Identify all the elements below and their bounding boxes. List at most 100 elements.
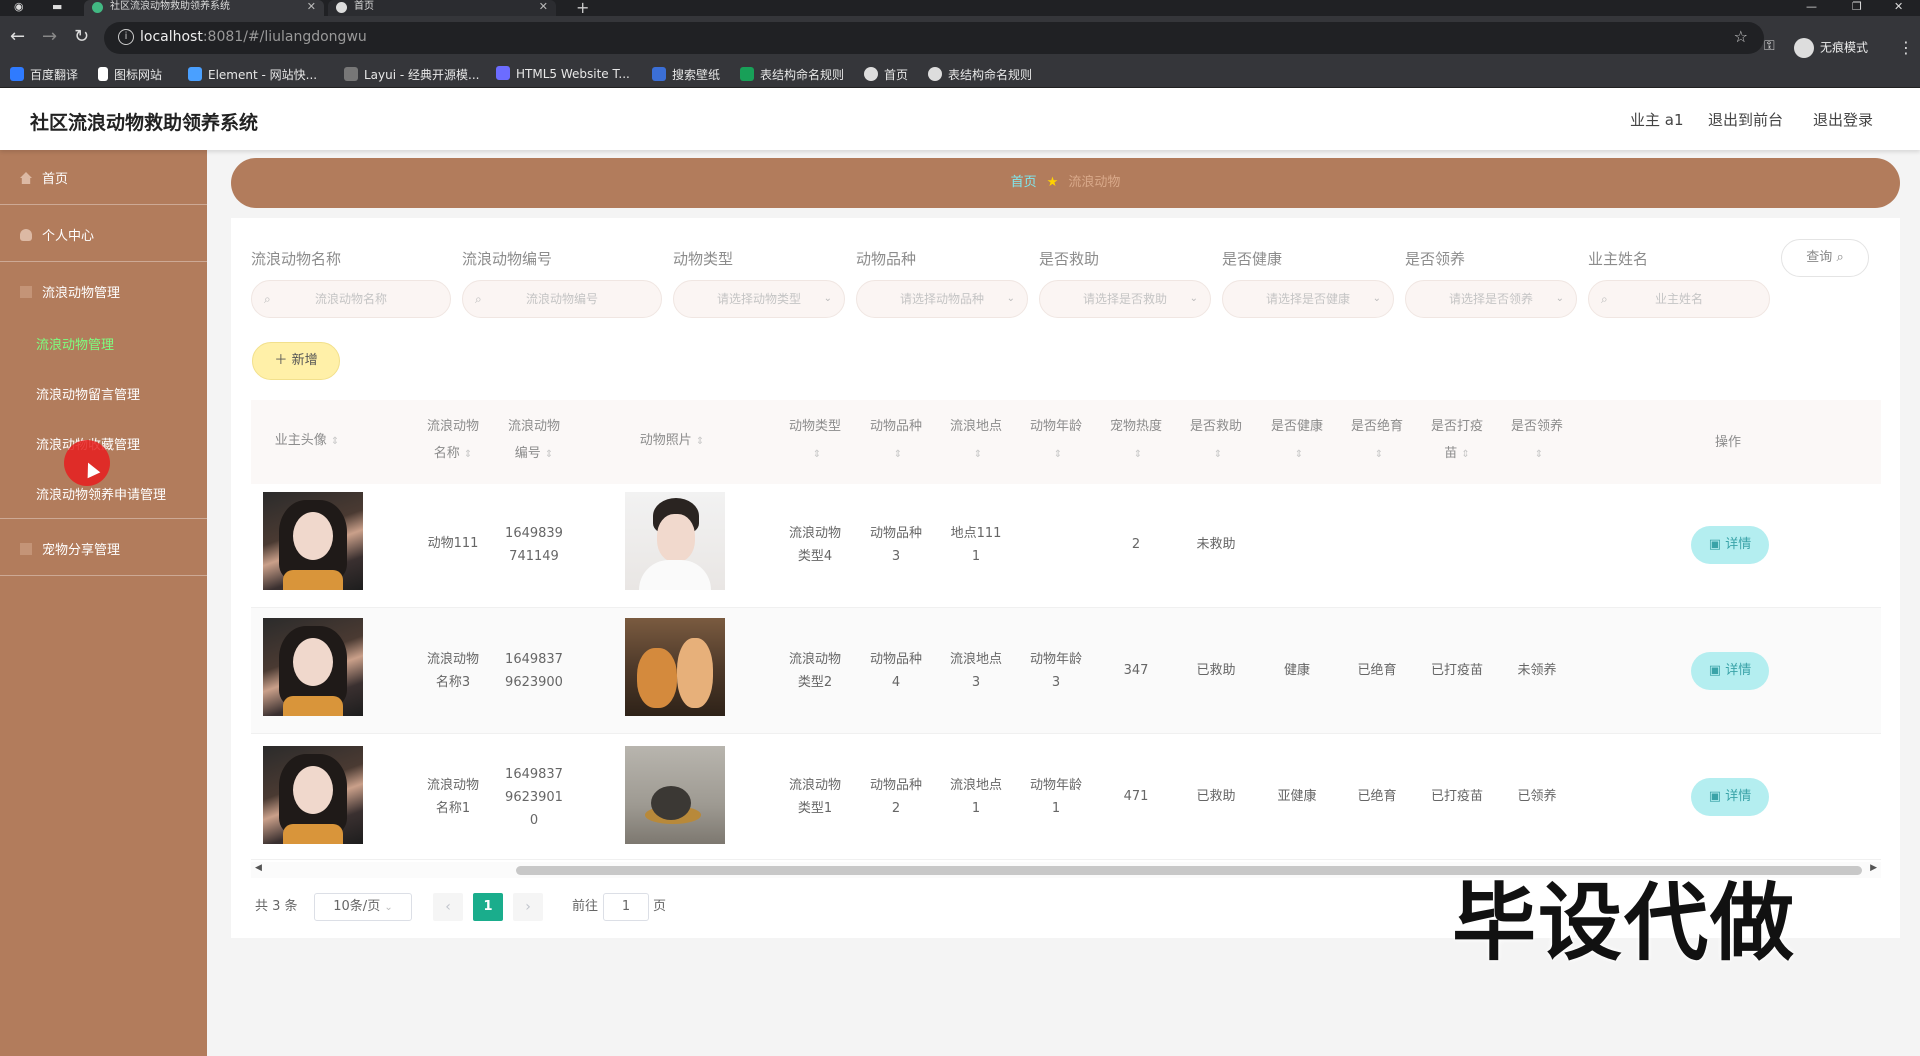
close-tab-icon[interactable]: ✕ <box>307 0 316 14</box>
sidebar-item-profile[interactable]: 个人中心 <box>0 225 207 244</box>
detail-button[interactable]: ▣ 详情 <box>1691 526 1769 564</box>
detail-button[interactable]: ▣ 详情 <box>1691 652 1769 690</box>
user-icon <box>20 229 32 241</box>
sort-icon[interactable]: ⇕ <box>545 449 553 460</box>
sort-icon[interactable]: ⇕ <box>464 449 472 460</box>
bookmark-item[interactable]: 搜索壁纸 <box>652 66 720 83</box>
sidebar-item-label: 首页 <box>42 172 69 187</box>
code-search-input[interactable]: ⌕ 流浪动物编号 <box>462 280 662 318</box>
column-header-adopted[interactable]: 是否领养 ⇕ <box>1497 413 1577 468</box>
sort-icon[interactable]: ⇕ <box>1295 449 1303 460</box>
query-button[interactable]: 查询 ⌕ <box>1781 239 1869 277</box>
close-window-icon[interactable]: ✕ <box>1894 0 1903 13</box>
sidebar-item-label: 流浪动物管理 <box>42 286 121 301</box>
forward-icon[interactable]: → <box>42 28 57 46</box>
logout-link[interactable]: 退出登录 <box>1813 109 1873 130</box>
cell-type: 流浪动物 类型4 <box>775 522 855 568</box>
type-select[interactable]: 请选择动物类型 ⌄ <box>673 280 845 318</box>
minimize-icon[interactable]: — <box>1806 0 1817 13</box>
column-header-place[interactable]: 流浪地点 ⇕ <box>936 413 1016 468</box>
sort-icon[interactable]: ⇕ <box>696 436 704 447</box>
url-field[interactable]: i localhost:8081/#/liulangdongwu ☆ <box>104 22 1764 54</box>
column-header-code[interactable]: 流浪动物 编号 ⇕ <box>494 413 574 468</box>
column-header-heat[interactable]: 宠物热度 ⇕ <box>1096 413 1176 468</box>
column-header-label: 动物类型 <box>788 419 841 434</box>
cell-code: 1649839 741149 <box>494 522 574 568</box>
sort-icon[interactable]: ⇕ <box>1375 449 1383 460</box>
sort-icon[interactable]: ⇕ <box>813 449 821 460</box>
rescued-select[interactable]: 请选择是否救助 ⌄ <box>1039 280 1211 318</box>
bookmark-item[interactable]: 百度翻译 <box>10 66 78 83</box>
cell-heat: 347 <box>1123 663 1149 678</box>
bookmark-item[interactable]: 表结构命名规则 <box>740 66 844 83</box>
sort-icon[interactable]: ⇕ <box>974 449 982 460</box>
sidebar-item-pet-share[interactable]: 宠物分享管理 <box>0 539 207 558</box>
detail-button[interactable]: ▣ 详情 <box>1691 778 1769 816</box>
sidebar-subitem-messages[interactable]: 流浪动物留言管理 <box>36 384 140 403</box>
sidebar-item-label: 个人中心 <box>42 229 95 244</box>
new-tab-icon[interactable]: + <box>576 0 589 17</box>
close-tab-icon[interactable]: ✕ <box>539 0 548 14</box>
add-button[interactable]: ＋ 新增 <box>252 342 340 380</box>
divider <box>0 204 207 205</box>
sort-icon[interactable]: ⇕ <box>331 436 339 447</box>
bookmark-item[interactable]: Layui - 经典开源模... <box>344 66 479 83</box>
bookmark-star-icon[interactable]: ☆ <box>1734 27 1748 46</box>
maximize-icon[interactable]: ❐ <box>1852 0 1862 13</box>
browser-menu-icon[interactable]: ⋮ <box>1898 38 1914 57</box>
scroll-left-icon[interactable]: ◀ <box>255 863 262 873</box>
back-icon[interactable]: ← <box>10 28 25 46</box>
reload-icon[interactable]: ↻ <box>74 28 89 46</box>
select-placeholder: 请选择动物品种 <box>899 292 984 306</box>
sidebar-subitem-animals[interactable]: 流浪动物管理 <box>36 334 114 353</box>
cell-vaccinated: 已打疫苗 <box>1430 663 1483 678</box>
sort-icon[interactable]: ⇕ <box>1214 449 1222 460</box>
sort-icon[interactable]: ⇕ <box>1461 449 1469 460</box>
sort-icon[interactable]: ⇕ <box>1054 449 1062 460</box>
bookmark-item[interactable]: 表结构命名规则 <box>928 66 1032 83</box>
incognito-indicator[interactable]: 无痕模式 <box>1794 38 1868 58</box>
exit-to-front-link[interactable]: 退出到前台 <box>1708 109 1783 130</box>
sidebar-item-animal-management[interactable]: 流浪动物管理 <box>0 282 207 301</box>
breed-select[interactable]: 请选择动物品种 ⌄ <box>856 280 1028 318</box>
sort-icon[interactable]: ⇕ <box>894 449 902 460</box>
scroll-right-icon[interactable]: ▶ <box>1870 863 1877 873</box>
current-page-button[interactable]: 1 <box>473 893 503 921</box>
sidebar-subitem-adoption-applications[interactable]: 流浪动物领养申请管理 <box>36 484 166 503</box>
column-header-name[interactable]: 流浪动物 名称 ⇕ <box>413 413 493 468</box>
column-header-breed[interactable]: 动物品种 ⇕ <box>856 413 936 468</box>
page-size-select[interactable]: 10条/页 ⌄ <box>314 893 412 921</box>
browser-tab-system[interactable]: 社区流浪动物救助领养系统 ✕ <box>84 0 324 16</box>
site-info-icon[interactable]: i <box>118 29 134 45</box>
goto-page-input[interactable]: 1 <box>603 893 649 921</box>
column-header-rescued[interactable]: 是否救助 ⇕ <box>1176 413 1256 468</box>
sidebar-item-home[interactable]: 首页 <box>0 168 207 187</box>
next-page-button[interactable]: › <box>513 893 543 921</box>
key-icon[interactable]: ⚿ <box>1764 38 1775 54</box>
page-size-value: 10条/页 <box>333 899 381 914</box>
bookmark-item[interactable]: HTML5 Website T... <box>496 66 630 81</box>
healthy-select[interactable]: 请选择是否健康 ⌄ <box>1222 280 1394 318</box>
filter-label-owner: 业主姓名 <box>1588 250 1649 268</box>
menu-icon <box>20 286 32 298</box>
breadcrumb-home[interactable]: 首页 <box>1011 175 1037 190</box>
column-header-type[interactable]: 动物类型 ⇕ <box>775 413 855 468</box>
layui-icon <box>344 67 358 81</box>
bookmark-item[interactable]: 首页 <box>864 66 908 83</box>
prev-page-button[interactable]: ‹ <box>433 893 463 921</box>
owner-search-input[interactable]: ⌕ 业主姓名 <box>1588 280 1770 318</box>
sort-icon[interactable]: ⇕ <box>1535 449 1543 460</box>
bookmark-item[interactable]: Element - 网站快... <box>188 66 317 83</box>
adopted-select[interactable]: 请选择是否领养 ⌄ <box>1405 280 1577 318</box>
column-header-neutered[interactable]: 是否绝育 ⇕ <box>1337 413 1417 468</box>
column-header-photo[interactable]: 动物照片 ⇕ <box>620 427 724 455</box>
column-header-vaccinated[interactable]: 是否打疫苗 ⇕ <box>1417 413 1497 468</box>
browser-tab-home[interactable]: 首页 ✕ <box>328 0 556 16</box>
column-header-healthy[interactable]: 是否健康 ⇕ <box>1257 413 1337 468</box>
bookmark-item[interactable]: 图标网站 <box>98 66 162 83</box>
column-header-age[interactable]: 动物年龄 ⇕ <box>1016 413 1096 468</box>
column-header-owner-avatar[interactable]: 业主头像 ⇕ <box>262 427 352 455</box>
name-search-input[interactable]: ⌕ 流浪动物名称 <box>251 280 451 318</box>
sort-icon[interactable]: ⇕ <box>1134 449 1142 460</box>
cell-line: 动物品种 <box>869 778 922 793</box>
